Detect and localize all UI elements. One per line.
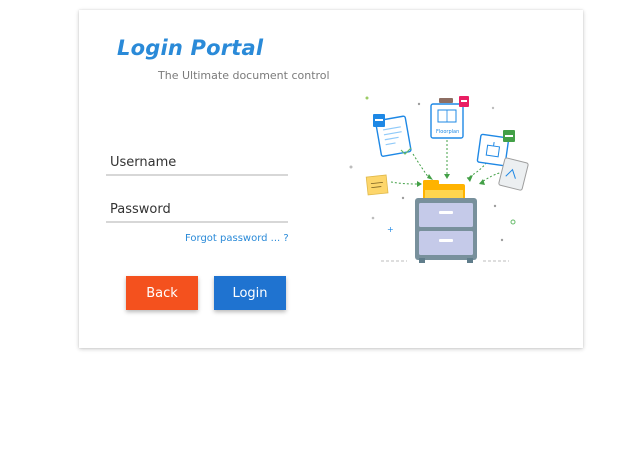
file-cabinet-illustration: + Floorplan	[349, 96, 529, 263]
page-title: Login Portal	[117, 36, 264, 60]
floorplan-label: Floorplan	[436, 129, 459, 135]
password-field-wrapper	[106, 197, 288, 223]
password-input[interactable]	[106, 197, 288, 221]
page-subtitle: The Ultimate document control	[158, 69, 330, 82]
forgot-password-link[interactable]: Forgot password ... ?	[185, 233, 289, 244]
login-card: Login Portal The Ultimate document contr…	[79, 10, 583, 348]
username-field-wrapper	[106, 150, 288, 176]
username-input[interactable]	[106, 150, 288, 174]
back-button[interactable]: Back	[126, 276, 198, 310]
svg-text:+: +	[387, 225, 394, 234]
login-button[interactable]: Login	[214, 276, 286, 310]
